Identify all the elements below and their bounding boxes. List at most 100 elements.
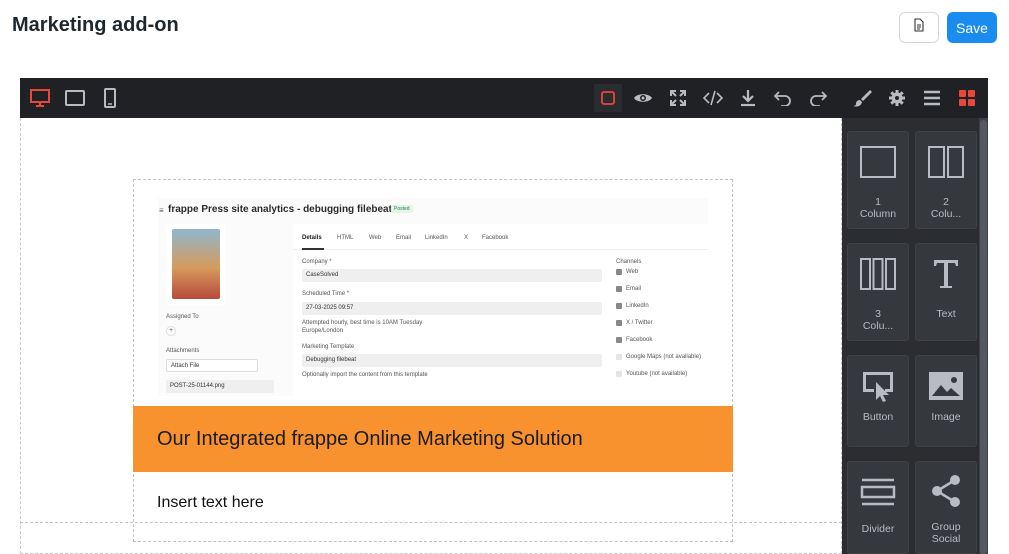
- block-label: Social: [931, 533, 961, 545]
- blocks-icon[interactable]: [955, 86, 979, 110]
- editor-toolbar: [20, 78, 988, 118]
- block-label: Colu...: [862, 320, 894, 332]
- attach-file-button[interactable]: Attach File: [166, 359, 258, 372]
- block-label: Group: [931, 521, 961, 533]
- template-note: Optionally import the content from this …: [302, 372, 428, 378]
- menu-icon: ≡: [159, 206, 164, 215]
- save-button[interactable]: Save: [947, 12, 997, 43]
- block-label: Column: [859, 208, 897, 220]
- post-thumbnail: [166, 224, 226, 306]
- text-icon: [928, 258, 964, 295]
- active-tab-indicator: [302, 248, 324, 250]
- tab-html[interactable]: HTML: [337, 235, 353, 241]
- attachments-label: Attachments: [166, 348, 200, 354]
- layers-icon[interactable]: [920, 86, 944, 110]
- email-banner[interactable]: Our Integrated frappe Online Marketing S…: [133, 406, 733, 472]
- button-icon: [860, 370, 896, 407]
- channels-label: Channels: [616, 259, 642, 265]
- border-toggle-icon[interactable]: [594, 84, 622, 112]
- scheduled-field[interactable]: 27-03-2025 09:57: [302, 302, 602, 315]
- channel-checkbox[interactable]: [616, 337, 622, 343]
- fullscreen-icon[interactable]: [666, 86, 690, 110]
- channel-checkbox[interactable]: [616, 303, 622, 309]
- one-column-icon: [860, 146, 896, 183]
- block-label: Text: [936, 308, 956, 320]
- status-badge: Posted: [391, 205, 413, 213]
- document-icon: [912, 18, 926, 37]
- block-text[interactable]: Text: [915, 243, 977, 341]
- three-column-icon: [860, 258, 896, 295]
- page-title: Marketing add-on: [12, 14, 179, 36]
- channel-label: Youtube (not available): [626, 371, 688, 377]
- two-column-icon: [928, 146, 964, 183]
- scheduled-label: Scheduled Time *: [302, 291, 350, 297]
- channel-label: LinkedIn: [626, 303, 649, 309]
- tab-details[interactable]: Details: [302, 235, 322, 241]
- channel-checkbox[interactable]: [616, 320, 622, 326]
- template-label: Marketing Template: [302, 344, 355, 350]
- block-group-social[interactable]: Group Social: [915, 461, 977, 554]
- company-field[interactable]: CaseSolved: [302, 269, 602, 282]
- block-three-column[interactable]: 3 Colu...: [847, 243, 909, 341]
- timezone-text: Europe/London: [302, 328, 344, 334]
- block-image[interactable]: Image: [915, 355, 977, 447]
- download-icon[interactable]: [736, 86, 760, 110]
- brush-icon[interactable]: [850, 86, 874, 110]
- gear-icon[interactable]: [885, 86, 909, 110]
- document-button[interactable]: [899, 12, 939, 43]
- banner-text: Our Integrated frappe Online Marketing S…: [157, 427, 583, 450]
- email-image[interactable]: ≡ frappe Press site analytics - debuggin…: [158, 198, 708, 396]
- code-icon[interactable]: [701, 86, 725, 110]
- channel-label: Google Maps (not available): [626, 354, 702, 360]
- scheduled-note: Attempted hourly, best time is 10AM Tues…: [302, 320, 423, 326]
- share-icon: [928, 474, 964, 513]
- tab-x[interactable]: X: [464, 235, 468, 241]
- thumbnail-image: [172, 229, 220, 299]
- undo-icon[interactable]: [771, 86, 795, 110]
- block-label: 3: [875, 308, 881, 320]
- add-assignee-icon[interactable]: +: [166, 326, 176, 336]
- tab-linkedin[interactable]: LinkedIn: [425, 235, 448, 241]
- block-label: Colu...: [930, 208, 962, 220]
- block-two-column[interactable]: 2 Colu...: [915, 131, 977, 229]
- tab-facebook[interactable]: Facebook: [482, 235, 508, 241]
- screenshot-title: frappe Press site analytics - debugging …: [168, 204, 392, 215]
- channel-checkbox[interactable]: [616, 371, 622, 377]
- attachment-item[interactable]: POST-25-01144.png: [166, 380, 274, 393]
- channel-label: Web: [626, 269, 639, 275]
- channel-label: Facebook: [626, 337, 653, 343]
- channel-checkbox[interactable]: [616, 354, 622, 360]
- block-label: Button: [862, 411, 894, 423]
- block-divider[interactable]: Divider: [847, 461, 909, 554]
- block-label: 2: [943, 196, 949, 208]
- mobile-icon[interactable]: [98, 86, 122, 110]
- editor-canvas[interactable]: ≡ frappe Press site analytics - debuggin…: [20, 118, 842, 554]
- channel-label: Email: [626, 286, 642, 292]
- channel-label: X / Twitter: [626, 320, 653, 326]
- assigned-label: Assigned To: [166, 314, 199, 320]
- block-label: Divider: [861, 523, 895, 535]
- block-label: Image: [931, 411, 961, 423]
- image-icon: [928, 370, 964, 407]
- email-editor: ≡ frappe Press site analytics - debuggin…: [20, 78, 988, 554]
- tab-web[interactable]: Web: [369, 235, 381, 241]
- eye-icon[interactable]: [631, 86, 655, 110]
- block-label: 1: [875, 196, 881, 208]
- tab-email[interactable]: Email: [396, 235, 411, 241]
- form-tabs: Details HTML Web Email LinkedIn X Facebo…: [293, 224, 708, 250]
- canvas-divider: [20, 522, 842, 523]
- text-block[interactable]: Insert text here: [157, 494, 264, 512]
- company-label: Company *: [302, 259, 332, 265]
- channel-checkbox[interactable]: [616, 269, 622, 275]
- tablet-icon[interactable]: [63, 86, 87, 110]
- desktop-icon[interactable]: [28, 86, 52, 110]
- redo-icon[interactable]: [806, 86, 830, 110]
- email-body[interactable]: ≡ frappe Press site analytics - debuggin…: [133, 179, 733, 542]
- panel-scrollbar-thumb[interactable]: [980, 120, 987, 554]
- template-field[interactable]: Debugging filebeat: [302, 354, 602, 367]
- block-one-column[interactable]: 1 Column: [847, 131, 909, 229]
- divider-icon: [860, 476, 896, 513]
- form-panel: Details HTML Web Email LinkedIn X Facebo…: [293, 224, 708, 396]
- channel-checkbox[interactable]: [616, 286, 622, 292]
- block-button[interactable]: Button: [847, 355, 909, 447]
